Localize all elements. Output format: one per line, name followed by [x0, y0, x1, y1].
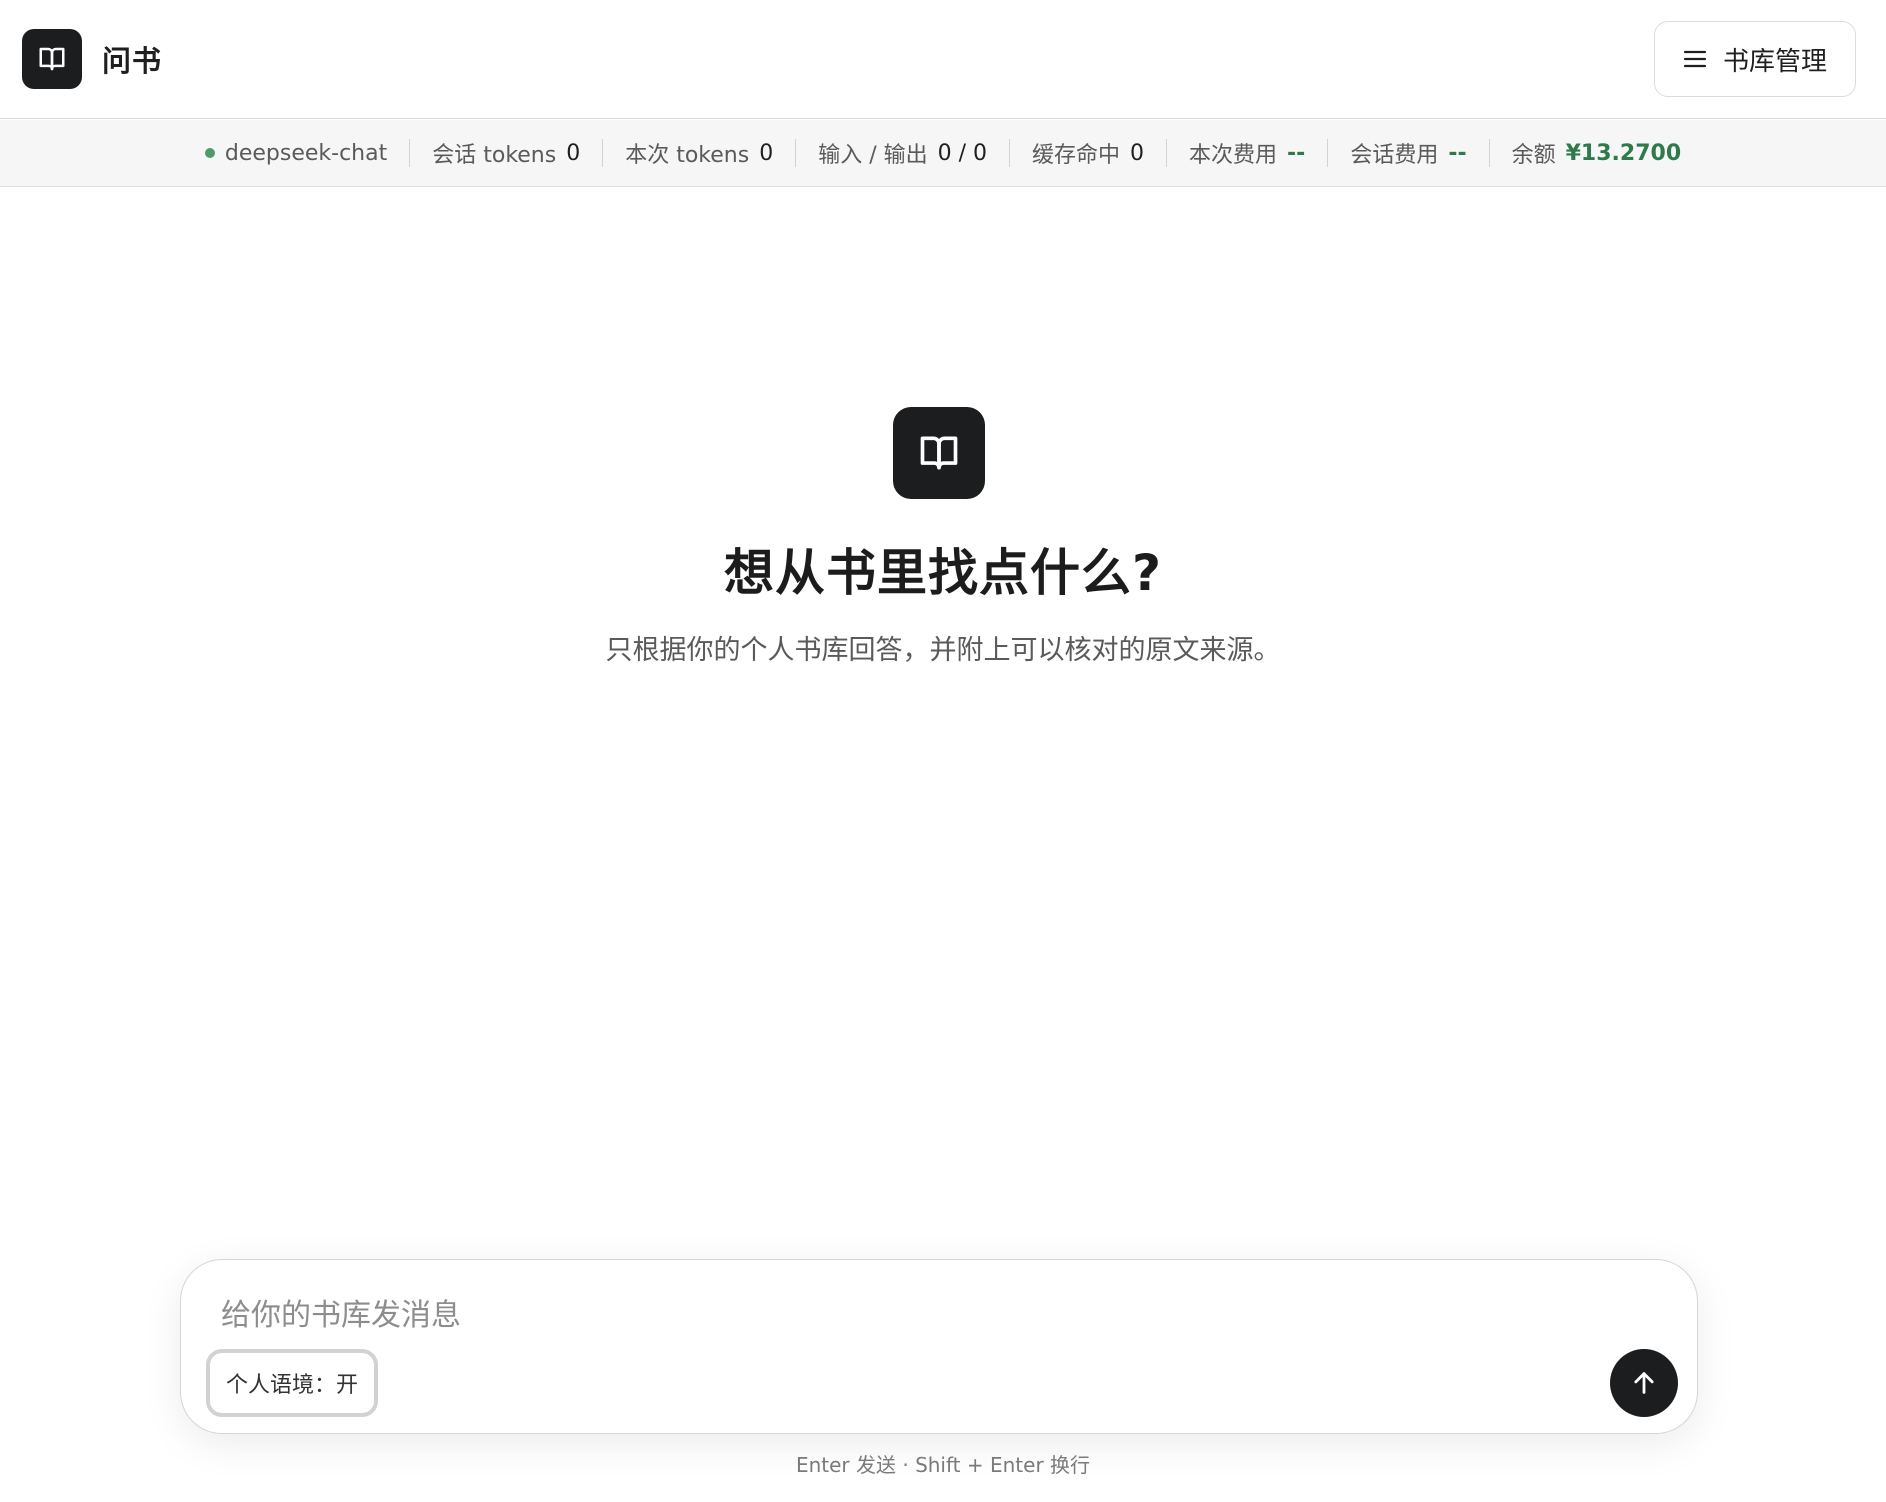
stat-request-cost: 本次费用 --	[1166, 139, 1327, 168]
message-input[interactable]	[219, 1288, 1519, 1338]
stat-value: 0	[759, 140, 774, 166]
model-indicator: deepseek-chat	[183, 139, 409, 167]
top-header: 问书 书库管理	[0, 0, 1886, 119]
library-management-button[interactable]: 书库管理	[1654, 21, 1856, 97]
usage-status-bar: deepseek-chat 会话 tokens 0 本次 tokens 0 输入…	[0, 120, 1886, 187]
model-status-dot	[204, 148, 215, 158]
brand[interactable]: 问书	[22, 29, 162, 89]
book-open-icon	[917, 431, 961, 475]
message-composer: 个人语境：开	[180, 1259, 1698, 1434]
stat-cache-hit: 缓存命中 0	[1009, 139, 1166, 168]
app-title: 问书	[102, 44, 163, 78]
empty-state-subtitle: 只根据你的个人书库回答，并附上可以核对的原文来源。	[605, 635, 1281, 666]
stat-value: 0 / 0	[937, 140, 988, 166]
stat-balance: 余额 ¥13.2700	[1488, 139, 1704, 168]
app-logo	[22, 29, 82, 89]
stat-label: 缓存命中	[1032, 143, 1121, 168]
stat-value: 0	[1130, 140, 1145, 166]
menu-icon	[1683, 49, 1707, 69]
stat-label: 会话 tokens	[432, 143, 557, 168]
stat-value: --	[1287, 140, 1306, 166]
empty-state-title: 想从书里找点什么?	[723, 544, 1162, 602]
personal-context-toggle[interactable]: 个人语境：开	[206, 1349, 378, 1417]
arrow-up-icon	[1630, 1369, 1658, 1397]
stat-value: --	[1448, 140, 1467, 166]
book-open-icon	[37, 44, 67, 74]
stat-value: 0	[566, 140, 581, 166]
stat-session-cost: 会话费用 --	[1327, 139, 1488, 168]
stat-label: 会话费用	[1350, 143, 1439, 168]
stat-label: 本次 tokens	[625, 143, 750, 168]
personal-context-label: 个人语境：开	[225, 1373, 358, 1398]
stat-label: 输入 / 输出	[818, 143, 928, 168]
library-management-label: 书库管理	[1722, 46, 1827, 77]
balance-value: ¥13.2700	[1565, 140, 1682, 166]
hero-logo	[893, 407, 985, 499]
keyboard-hint: Enter 发送 · Shift + Enter 换行	[795, 1453, 1091, 1477]
stat-input-output: 输入 / 输出 0 / 0	[795, 139, 1009, 168]
stat-session-tokens: 会话 tokens 0	[409, 139, 602, 168]
send-button[interactable]	[1610, 1349, 1678, 1417]
model-name: deepseek-chat	[224, 140, 388, 166]
stat-request-tokens: 本次 tokens 0	[602, 139, 795, 168]
stat-label: 余额	[1511, 143, 1556, 168]
stat-label: 本次费用	[1189, 143, 1278, 168]
